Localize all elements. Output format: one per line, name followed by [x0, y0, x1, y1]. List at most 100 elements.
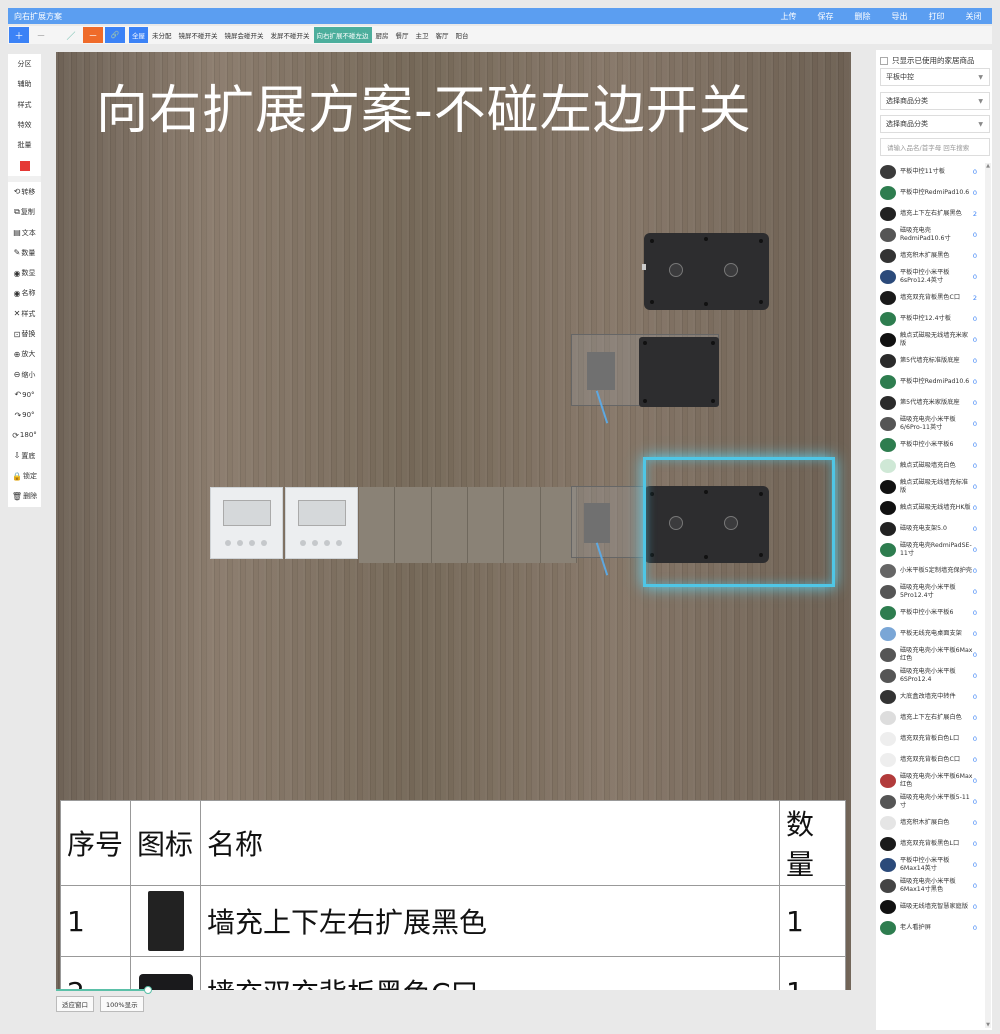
list-item[interactable]: 磁吸充电壳RedmiPad10.6寸 0 — [878, 224, 990, 245]
list-item[interactable]: 墙充双充背板黑色C口 2 — [878, 287, 990, 308]
thermostat-panel-1[interactable] — [210, 487, 283, 559]
tab-1[interactable]: 未分配 — [149, 27, 175, 43]
toolbox-action-15[interactable]: 🗑 删除 — [8, 486, 41, 506]
list-item[interactable]: 平板中控RedmiPad10.6 0 — [878, 371, 990, 392]
used-only-checkbox[interactable] — [880, 56, 888, 65]
list-item[interactable]: 小米平板5定制墙充保护壳 0 — [878, 560, 990, 581]
remove-icon[interactable]: － — [83, 27, 103, 43]
toolbox-action-13[interactable]: ⇩ 置底 — [8, 446, 41, 466]
design-canvas[interactable]: 向右扩展方案-不碰左边开关 序号 图标 名称 数量 1 墙充上下左右扩展黑色 1 — [56, 52, 851, 990]
list-item[interactable]: 墙充积木扩展黑色 0 — [878, 245, 990, 266]
actual-size-button[interactable]: 100%显示 — [100, 996, 144, 1012]
toolbox-action-11[interactable]: ↷ 90° — [8, 405, 41, 425]
list-item[interactable]: 大底盒改墙充中转件 0 — [878, 686, 990, 707]
assist-tool[interactable]: 辅助 — [8, 74, 41, 94]
upload-button[interactable]: 上传 — [770, 11, 807, 22]
tab-4[interactable]: 发屏不碰开关 — [267, 27, 313, 43]
toolbox-action-5[interactable]: ◉ 名称 — [8, 283, 41, 303]
list-item[interactable]: 磁吸充电壳小米平板6/6Pro-11英寸 0 — [878, 413, 990, 434]
selection-highlight[interactable] — [643, 457, 835, 587]
charger-backplate-top[interactable] — [644, 233, 769, 310]
delete-button[interactable]: 删除 — [844, 11, 881, 22]
scroll-up-icon[interactable]: ▲ — [985, 163, 991, 169]
list-item[interactable]: 第5代墙充标准版底座 0 — [878, 350, 990, 371]
list-item[interactable]: 磁吸充电壳小米平板6Max红色 0 — [878, 770, 990, 791]
toolbox-action-12[interactable]: ⟳ 180° — [8, 425, 41, 445]
list-item[interactable]: 平板中控小米平板6 0 — [878, 602, 990, 623]
list-item[interactable]: 平板无线充电桌面支架 0 — [878, 623, 990, 644]
toolbox-action-1[interactable]: ⧉ 复制 — [8, 202, 41, 222]
toolbox-action-0[interactable]: ⟲ 转移 — [8, 182, 41, 202]
product-search-input[interactable]: 请输入品名/首字母 回车搜索 — [880, 138, 990, 156]
list-item[interactable]: 平板中控11寸板 0 — [878, 161, 990, 182]
list-item[interactable]: 平板中控小米平板6Max14英寸 0 — [878, 854, 990, 875]
fit-window-button[interactable]: 适应窗口 — [56, 996, 94, 1012]
style-tool[interactable]: 样式 — [8, 95, 41, 115]
tab-9[interactable]: 客厅 — [432, 27, 452, 43]
list-item[interactable]: 墙充双充背板白色L口 0 — [878, 728, 990, 749]
list-item[interactable]: 磁吸无线墙充智慧家庭版 0 — [878, 896, 990, 917]
toolbox-action-4[interactable]: ◉ 数显 — [8, 263, 41, 283]
close-button[interactable]: 关闭 — [955, 11, 992, 22]
list-item[interactable]: 触点式磁吸无线墙充HK版 0 — [878, 497, 990, 518]
list-item[interactable]: 磁吸充电支架5.0 0 — [878, 518, 990, 539]
category-select[interactable]: 平板中控 ▼ — [880, 68, 990, 86]
list-item[interactable]: 墙充积木扩展白色 0 — [878, 812, 990, 833]
batch-tool[interactable]: 批量 — [8, 135, 41, 155]
zoom-slider-knob[interactable] — [144, 986, 152, 994]
list-item[interactable]: 墙充上下左右扩展白色 0 — [878, 707, 990, 728]
toolbox-action-3[interactable]: ✎ 数量 — [8, 243, 41, 263]
list-item[interactable]: 平板中控RedmiPad10.6 0 — [878, 182, 990, 203]
link-icon[interactable]: 🔗 — [105, 27, 125, 43]
print-button[interactable]: 打印 — [918, 11, 955, 22]
list-item[interactable]: 平板中控小米平板6 0 — [878, 434, 990, 455]
partition-tool[interactable]: 分区 — [8, 54, 41, 74]
list-item[interactable]: 磁吸充电壳小米平板6SPro12.4 0 — [878, 665, 990, 686]
list-item[interactable]: 第5代墙充米家版底座 0 — [878, 392, 990, 413]
toolbox-action-8[interactable]: ⊕ 放大 — [8, 344, 41, 364]
zoom-slider[interactable] — [56, 986, 152, 994]
tab-8[interactable]: 主卫 — [412, 27, 432, 43]
toolbox-action-14[interactable]: 🔒 锁定 — [8, 466, 41, 486]
toolbox-action-9[interactable]: ⊖ 缩小 — [8, 364, 41, 384]
used-only-filter[interactable]: 只显示已使用的家居商品 — [880, 55, 975, 66]
list-item[interactable]: 墙充双充背板白色C口 0 — [878, 749, 990, 770]
list-item[interactable]: 磁吸充电壳小米平板6Max14寸黑色 0 — [878, 875, 990, 896]
pencil-icon[interactable]: ／ — [61, 27, 81, 43]
tab-7[interactable]: 餐厅 — [392, 27, 412, 43]
scroll-down-icon[interactable]: ▼ — [985, 1022, 991, 1028]
expansion-frame-bottom[interactable] — [571, 486, 651, 558]
export-button[interactable]: 导出 — [881, 11, 918, 22]
effect-tool[interactable]: 特效 — [8, 115, 41, 135]
list-item[interactable]: 墙充双充背板黑色L口 0 — [878, 833, 990, 854]
tab-5[interactable]: 向右扩展不碰左边 — [313, 27, 372, 43]
switch-panel-row[interactable] — [359, 487, 577, 563]
list-item[interactable]: 平板中控12.4寸板 0 — [878, 308, 990, 329]
tab-6[interactable]: 厨房 — [372, 27, 392, 43]
tab-0[interactable]: 全屋 — [129, 27, 148, 43]
add-icon[interactable]: ＋ — [9, 27, 29, 43]
charger-backplate-mid[interactable] — [639, 337, 719, 407]
toolbox-action-7[interactable]: ⊡ 替换 — [8, 324, 41, 344]
tab-2[interactable]: 镜屏不碰开关 — [175, 27, 221, 43]
subcategory-select-1[interactable]: 选择商品分类 ▼ — [880, 92, 990, 110]
save-button[interactable]: 保存 — [807, 11, 844, 22]
toolbox-action-10[interactable]: ↶ 90° — [8, 385, 41, 405]
list-item[interactable]: 墙充上下左右扩展黑色 2 — [878, 203, 990, 224]
subcategory-select-2[interactable]: 选择商品分类 ▼ — [880, 115, 990, 133]
list-item[interactable]: 触点式磁吸墙充白色 0 — [878, 455, 990, 476]
thermostat-panel-2[interactable] — [285, 487, 358, 559]
list-item[interactable]: 磁吸充电壳小米平板6Max红色 0 — [878, 644, 990, 665]
list-item[interactable]: 磁吸充电壳小米平板5Pro12.4寸 0 — [878, 581, 990, 602]
color-swatch[interactable] — [8, 155, 41, 175]
list-item[interactable]: 磁吸充电壳RedmiPadSE-11寸 0 — [878, 539, 990, 560]
tab-3[interactable]: 镜屏会碰开关 — [221, 27, 267, 43]
list-item[interactable]: 老人看护屏 0 — [878, 917, 990, 938]
list-item[interactable]: 触点式磁吸无线墙充标准版 0 — [878, 476, 990, 497]
list-item[interactable]: 触点式磁吸无线墙充米家版 0 — [878, 329, 990, 350]
tab-10[interactable]: 阳台 — [452, 27, 472, 43]
minus-icon[interactable]: － — [31, 27, 51, 43]
list-item[interactable]: 平板中控小米平板6sPro12.4英寸 0 — [878, 266, 990, 287]
toolbox-action-2[interactable]: ▤ 文本 — [8, 222, 41, 242]
list-item[interactable]: 磁吸充电壳小米平板5-11寸 0 — [878, 791, 990, 812]
